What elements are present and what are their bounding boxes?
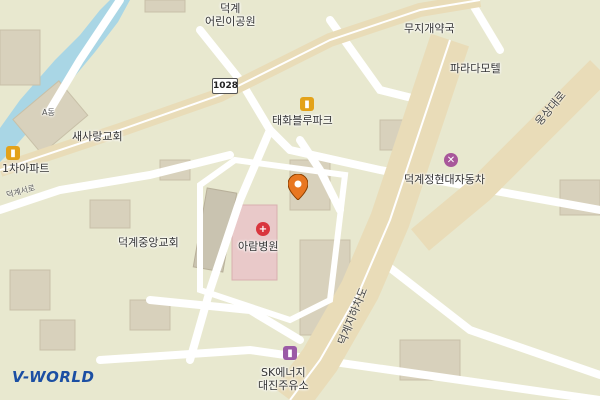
vworld-logo: V-WORLD bbox=[12, 368, 95, 386]
gas-station-icon[interactable]: ▮ bbox=[283, 346, 297, 360]
map-base-layer bbox=[0, 0, 600, 400]
map-canvas[interactable]: 덕계 어린이공원 무지개약국 파라다모텔 태화블루파크 새사랑교회 1차아파트 … bbox=[0, 0, 600, 400]
church-central-label[interactable]: 덕계중앙교회 bbox=[118, 236, 179, 249]
hospital-label[interactable]: 아람병원 bbox=[238, 240, 278, 253]
pharmacy-label[interactable]: 무지개약국 bbox=[404, 22, 455, 35]
apartment-icon[interactable]: ▮ bbox=[300, 97, 314, 111]
church-sarang-label[interactable]: 새사랑교회 bbox=[72, 130, 123, 143]
park-label: 덕계 어린이공원 bbox=[205, 2, 256, 28]
motel-label[interactable]: 파라다모텔 bbox=[450, 62, 501, 75]
apartment-label[interactable]: 1차아파트 bbox=[2, 162, 49, 175]
carshop-icon[interactable]: ✕ bbox=[444, 153, 458, 167]
taehwa-label[interactable]: 태화블루파크 bbox=[272, 114, 333, 127]
carshop-label[interactable]: 덕계정현대자동차 bbox=[404, 173, 485, 186]
location-pin-icon[interactable] bbox=[288, 174, 308, 200]
apartment-icon[interactable]: ▮ bbox=[6, 146, 20, 160]
gas-station-label[interactable]: SK에너지 대진주유소 bbox=[258, 366, 309, 392]
building-a-label: A동 bbox=[42, 108, 55, 117]
route-shield-1028: 1028 bbox=[212, 78, 238, 94]
hospital-icon[interactable]: + bbox=[256, 222, 270, 236]
